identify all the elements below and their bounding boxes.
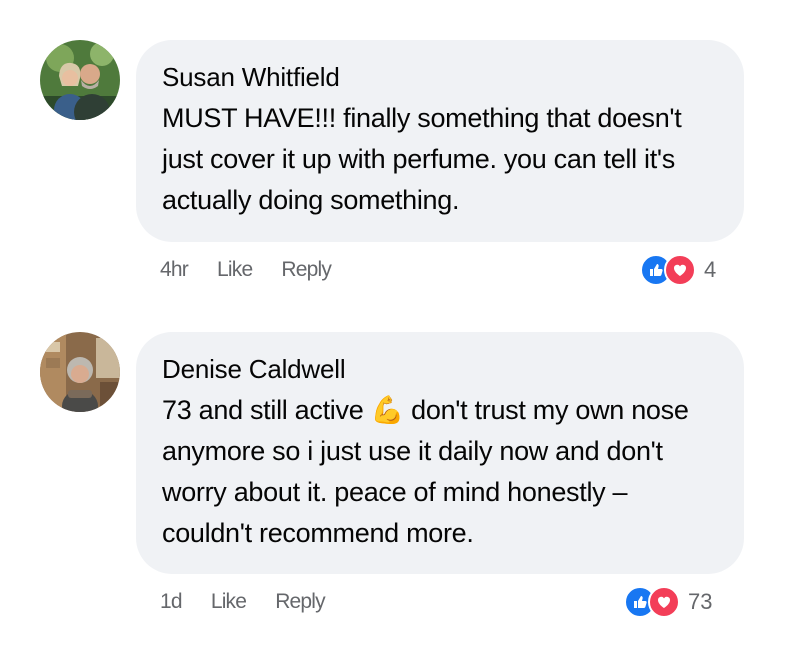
- comment-text: MUST HAVE!!! finally something that does…: [162, 103, 682, 215]
- reply-link[interactable]: Reply: [275, 590, 325, 613]
- comment-author[interactable]: Denise Caldwell: [162, 354, 718, 384]
- reply-link[interactable]: Reply: [281, 258, 331, 281]
- like-link[interactable]: Like: [211, 590, 247, 613]
- comment-bubble: Denise Caldwell 73 and still active 💪 do…: [136, 332, 744, 574]
- comment-timestamp[interactable]: 4hr: [160, 258, 189, 281]
- reaction-summary[interactable]: 73: [624, 586, 712, 618]
- avatar[interactable]: [40, 40, 120, 120]
- comment-timestamp[interactable]: 1d: [160, 590, 183, 613]
- comment-text: 73 and still active 💪 don't trust my own…: [162, 390, 718, 554]
- love-icon: [648, 586, 680, 618]
- like-link[interactable]: Like: [217, 258, 253, 281]
- love-icon: [664, 254, 696, 286]
- reaction-count: 73: [688, 589, 713, 614]
- comment-actions: 4hr Like Reply: [160, 258, 355, 282]
- comment-actions: 1d Like Reply: [160, 590, 349, 614]
- reaction-summary[interactable]: 4: [640, 254, 716, 286]
- flexed-biceps-emoji: 💪: [370, 395, 405, 425]
- comment-author[interactable]: Susan Whitfield: [162, 62, 718, 92]
- comment-text-part: 73 and still active: [162, 395, 371, 425]
- reaction-count: 4: [704, 257, 717, 282]
- comment-bubble: Susan Whitfield MUST HAVE!!! finally som…: [136, 40, 744, 242]
- avatar[interactable]: [40, 332, 120, 412]
